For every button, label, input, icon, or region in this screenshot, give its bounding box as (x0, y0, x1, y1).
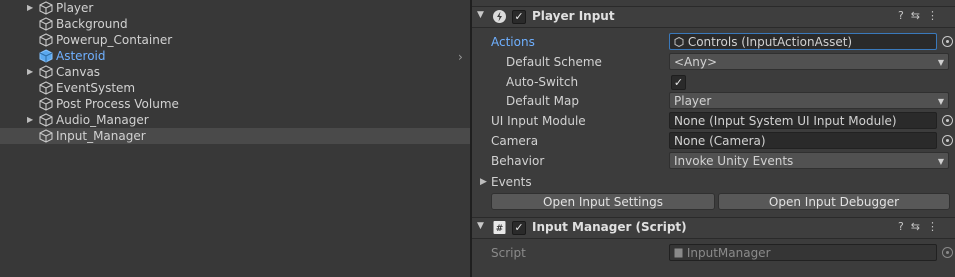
expand-arrow-icon[interactable]: ▶ (27, 64, 37, 80)
hierarchy-item-post-process-volume[interactable]: Post Process Volume (0, 96, 470, 112)
script-field: InputManager (669, 244, 937, 261)
dropdown-arrow-icon: ▼ (937, 58, 944, 67)
input-manager-header[interactable]: ▼ # ✓ Input Manager (Script) ?⇆⋮ (472, 217, 955, 239)
auto-switch-row: Auto-Switch ✓ (472, 73, 955, 91)
default-map-label: Default Map (506, 94, 579, 108)
more-icon[interactable]: ⋮ (927, 220, 945, 233)
events-label: Events (491, 175, 532, 189)
player-input-enabled-checkbox[interactable]: ✓ (512, 10, 526, 24)
hierarchy-item-label: EventSystem (56, 81, 136, 95)
camera-label: Camera (491, 134, 539, 148)
hierarchy-item-audio-manager[interactable]: ▶ Audio_Manager (0, 112, 470, 128)
ui-input-module-label: UI Input Module (491, 114, 586, 128)
camera-row: Camera None (Camera) (472, 132, 955, 150)
hierarchy-item-canvas[interactable]: ▶ Canvas (0, 64, 470, 80)
gameobject-cube-icon (39, 17, 53, 31)
dropdown-arrow-icon: ▼ (937, 97, 944, 106)
presets-icon[interactable]: ⇆ (911, 220, 927, 233)
help-icon[interactable]: ? (898, 9, 911, 22)
hierarchy-item-asteroid[interactable]: Asteroid (0, 48, 470, 64)
collapse-arrow-icon[interactable]: ▼ (477, 221, 484, 231)
prefab-cube-icon (39, 49, 53, 63)
csharp-script-icon: # (493, 221, 506, 234)
hierarchy-item-label: Post Process Volume (56, 97, 179, 111)
input-manager-enabled-checkbox[interactable]: ✓ (512, 221, 526, 235)
object-picker-icon[interactable] (942, 115, 953, 126)
default-scheme-row: Default Scheme <Any> ▼ (472, 53, 955, 71)
default-scheme-label: Default Scheme (506, 55, 602, 69)
actions-label: Actions (491, 35, 535, 49)
hierarchy-item-label: Background (56, 17, 128, 31)
behavior-row: Behavior Invoke Unity Events ▼ (472, 152, 955, 170)
actions-row: Actions Controls (InputActionAsset) (472, 33, 955, 51)
auto-switch-checkbox[interactable]: ✓ (671, 75, 686, 90)
header-icons: ?⇆⋮ (898, 9, 945, 22)
object-picker-icon (942, 247, 953, 258)
player-input-header[interactable]: ▼ ✓ Player Input ?⇆⋮ (472, 6, 955, 28)
script-label: Script (491, 246, 526, 260)
gameobject-cube-icon (39, 97, 53, 111)
behavior-label: Behavior (491, 154, 545, 168)
hierarchy-panel: ▶ Player Background Powerup_Container As… (0, 0, 470, 277)
header-icons: ?⇆⋮ (898, 220, 945, 233)
hierarchy-item-input-manager[interactable]: Input_Manager (0, 128, 470, 144)
hierarchy-item-label: Powerup_Container (56, 33, 173, 47)
hierarchy-item-label: Audio_Manager (56, 113, 149, 127)
expand-arrow-icon[interactable]: ▶ (480, 173, 487, 191)
input-action-asset-icon (674, 36, 684, 48)
object-picker-icon[interactable] (942, 36, 953, 47)
actions-field[interactable]: Controls (InputActionAsset) (669, 33, 937, 50)
gameobject-cube-icon (39, 129, 53, 143)
hierarchy-item-label: Input_Manager (56, 129, 146, 143)
inspector-panel: ▼ ✓ Player Input ?⇆⋮ Actions Controls (I… (472, 0, 955, 277)
help-icon[interactable]: ? (898, 220, 911, 233)
player-input-component-icon (493, 10, 506, 23)
gameobject-cube-icon (39, 1, 53, 15)
ui-input-module-field[interactable]: None (Input System UI Input Module) (669, 112, 937, 129)
behavior-value: Invoke Unity Events (674, 154, 794, 168)
default-scheme-value: <Any> (674, 55, 718, 69)
script-file-icon (674, 248, 683, 258)
input-manager-title: Input Manager (Script) (532, 220, 687, 234)
gameobject-cube-icon (39, 33, 53, 47)
more-icon[interactable]: ⋮ (927, 9, 945, 22)
collapse-arrow-icon[interactable]: ▼ (477, 10, 484, 20)
camera-field[interactable]: None (Camera) (669, 132, 937, 149)
ui-input-module-row: UI Input Module None (Input System UI In… (472, 112, 955, 130)
presets-icon[interactable]: ⇆ (911, 9, 927, 22)
actions-value: Controls (InputActionAsset) (687, 35, 853, 49)
expand-arrow-icon[interactable]: ▶ (27, 112, 37, 128)
open-input-settings-button[interactable]: Open Input Settings (491, 193, 715, 210)
default-map-value: Player (674, 94, 712, 108)
svg-text:#: # (496, 224, 504, 234)
chevron-right-icon[interactable]: › (458, 50, 463, 64)
dropdown-arrow-icon: ▼ (937, 157, 944, 166)
hierarchy-item-background[interactable]: Background (0, 16, 470, 32)
behavior-dropdown[interactable]: Invoke Unity Events ▼ (669, 152, 949, 169)
script-value: InputManager (686, 246, 771, 260)
hierarchy-item-powerup-container[interactable]: Powerup_Container (0, 32, 470, 48)
hierarchy-item-eventsystem[interactable]: EventSystem (0, 80, 470, 96)
script-row: Script InputManager (472, 244, 955, 262)
expand-arrow-icon[interactable]: ▶ (27, 0, 37, 16)
auto-switch-label: Auto-Switch (506, 75, 579, 89)
player-input-title: Player Input (532, 9, 615, 23)
default-map-dropdown[interactable]: Player ▼ (669, 92, 949, 109)
open-input-debugger-button[interactable]: Open Input Debugger (718, 193, 950, 210)
hierarchy-item-player[interactable]: ▶ Player (0, 0, 470, 16)
events-foldout[interactable]: ▶ Events (472, 173, 955, 191)
hierarchy-item-label: Asteroid (56, 49, 106, 63)
default-scheme-dropdown[interactable]: <Any> ▼ (669, 53, 949, 70)
camera-value: None (Camera) (674, 134, 766, 148)
gameobject-cube-icon (39, 113, 53, 127)
ui-input-module-value: None (Input System UI Input Module) (674, 114, 897, 128)
gameobject-cube-icon (39, 65, 53, 79)
hierarchy-item-label: Canvas (56, 65, 101, 79)
object-picker-icon[interactable] (942, 135, 953, 146)
default-map-row: Default Map Player ▼ (472, 92, 955, 110)
hierarchy-item-label: Player (56, 1, 94, 15)
gameobject-cube-icon (39, 81, 53, 95)
